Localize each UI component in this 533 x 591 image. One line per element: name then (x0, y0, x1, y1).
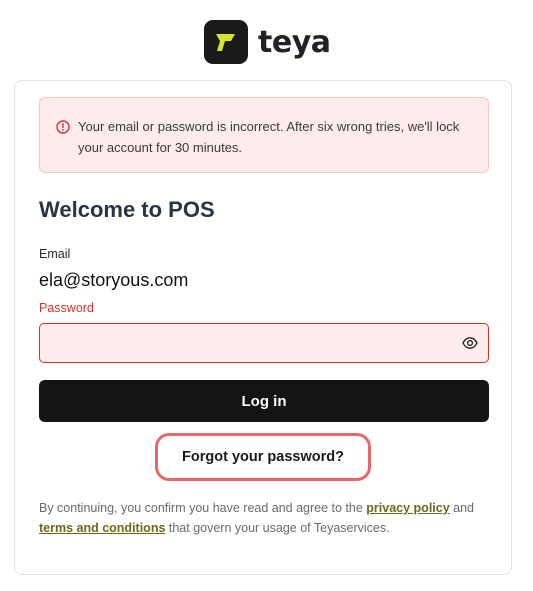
error-alert: Your email or password is incorrect. Aft… (39, 97, 489, 173)
email-field[interactable] (39, 270, 479, 291)
email-label: Email (39, 247, 71, 261)
legal-and: and (449, 501, 475, 515)
teya-logo-text: teya (258, 24, 331, 60)
legal-suffix: that govern your usage of Teyaservices. (165, 521, 390, 535)
info-circle-icon (56, 119, 70, 140)
privacy-policy-link[interactable]: privacy policy (366, 501, 449, 515)
legal-notice: By continuing, you confirm you have read… (39, 498, 495, 538)
password-label: Password (39, 301, 94, 315)
forgot-password-button[interactable]: Forgot your password? (155, 433, 371, 481)
password-field[interactable] (40, 324, 464, 362)
legal-prefix: By continuing, you confirm you have read… (39, 501, 367, 515)
login-button[interactable]: Log in (39, 380, 489, 422)
login-card: Your email or password is incorrect. Aft… (14, 80, 512, 575)
page-title: Welcome to POS (39, 197, 215, 222)
error-message: Your email or password is incorrect. Aft… (78, 119, 460, 155)
teya-logo: teya (204, 20, 331, 64)
eye-icon[interactable] (462, 336, 478, 355)
password-field-wrapper (39, 323, 489, 363)
terms-link[interactable]: terms and conditions (39, 521, 165, 535)
teya-logo-mark-icon (204, 20, 248, 64)
